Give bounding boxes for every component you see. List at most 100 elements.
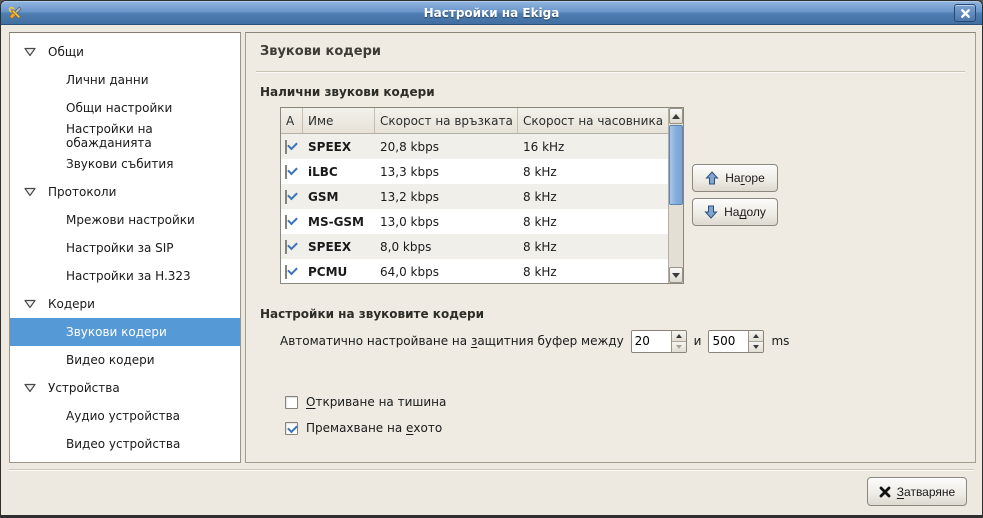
close-button[interactable]: Затваряне bbox=[867, 477, 967, 506]
titlebar[interactable]: Настройки на Ekiga bbox=[1, 1, 982, 25]
sidebar-item-audio-devices[interactable]: Аудио устройства bbox=[10, 402, 240, 430]
sidebar-item-label: Устройства bbox=[48, 381, 120, 395]
triangle-down-icon bbox=[672, 273, 680, 278]
move-down-button[interactable]: Надолу bbox=[692, 198, 778, 226]
codec-clockrate: 8 kHz bbox=[518, 165, 668, 179]
sidebar-item-general[interactable]: Общи bbox=[10, 38, 240, 66]
expander-icon[interactable] bbox=[24, 299, 36, 309]
sidebar-item-label: Звукови събития bbox=[66, 157, 173, 171]
silence-detection-label: Откриване на тишина bbox=[306, 395, 446, 409]
window-title: Настройки на Ekiga bbox=[1, 6, 982, 20]
close-button-label: Затваряне bbox=[897, 485, 955, 499]
codec-table-header: А Име Скорост на връзката Скорост на час… bbox=[281, 108, 668, 134]
buffer-conjunction: и bbox=[694, 334, 702, 348]
spin-up-button[interactable] bbox=[672, 331, 686, 341]
table-row[interactable]: SPEEX 20,8 kbps 16 kHz bbox=[281, 134, 668, 159]
expander-icon[interactable] bbox=[24, 187, 36, 197]
spin-down-button[interactable] bbox=[672, 341, 686, 352]
sidebar-item-audio-codecs[interactable]: Звукови кодери bbox=[10, 318, 240, 346]
spin-up-button[interactable] bbox=[749, 331, 763, 341]
buffer-min-spinbox bbox=[631, 330, 687, 353]
scrollbar-up-button[interactable] bbox=[669, 108, 683, 124]
sidebar-item-label: Протоколи bbox=[48, 185, 116, 199]
triangle-up-icon bbox=[753, 334, 759, 338]
sidebar-item-label: Общи bbox=[48, 45, 84, 59]
triangle-up-icon bbox=[676, 334, 682, 338]
codec-name: PCMU bbox=[303, 265, 375, 279]
sidebar-item-video-codecs[interactable]: Видео кодери bbox=[10, 346, 240, 374]
jitter-buffer-row: Автоматично настройване на защитния буфе… bbox=[280, 329, 789, 353]
spin-down-button[interactable] bbox=[749, 341, 763, 352]
codec-bandwidth: 8,0 kbps bbox=[375, 240, 518, 254]
sidebar-item-label: Настройки за H.323 bbox=[66, 269, 191, 283]
spinner-buttons bbox=[671, 331, 686, 352]
codec-bandwidth: 13,3 kbps bbox=[375, 165, 518, 179]
sidebar-item-label: Общи настройки bbox=[66, 101, 172, 115]
echo-cancellation-option[interactable]: Премахване на ехото bbox=[285, 421, 442, 435]
spinner-buttons bbox=[748, 331, 763, 352]
sidebar-item-h323-settings[interactable]: Настройки за H.323 bbox=[10, 262, 240, 290]
sidebar-item-general-settings[interactable]: Общи настройки bbox=[10, 94, 240, 122]
table-row[interactable]: PCMU 64,0 kbps 8 kHz bbox=[281, 259, 668, 283]
codec-bandwidth: 13,0 kbps bbox=[375, 215, 518, 229]
sidebar-item-protocols[interactable]: Протоколи bbox=[10, 178, 240, 206]
scrollbar-thumb[interactable] bbox=[669, 125, 683, 205]
sidebar-item-devices[interactable]: Устройства bbox=[10, 374, 240, 402]
codec-clockrate: 8 kHz bbox=[518, 190, 668, 204]
echo-cancellation-label: Премахване на ехото bbox=[306, 421, 442, 435]
silence-detection-checkbox[interactable] bbox=[285, 396, 298, 409]
codec-name: SPEEX bbox=[303, 140, 375, 154]
buffer-min-input[interactable] bbox=[632, 331, 671, 352]
echo-cancellation-checkbox[interactable] bbox=[285, 422, 298, 435]
move-down-label: Надолу bbox=[724, 205, 766, 219]
silence-detection-option[interactable]: Откриване на тишина bbox=[285, 395, 446, 409]
expander-icon[interactable] bbox=[24, 47, 36, 57]
codec-bandwidth: 20,8 kbps bbox=[375, 140, 518, 154]
table-row[interactable]: MS-GSM 13,0 kbps 8 kHz bbox=[281, 209, 668, 234]
scrollbar-down-button[interactable] bbox=[669, 267, 683, 283]
sidebar-item-label: Настройки на обажданията bbox=[66, 122, 240, 150]
codec-enabled-checkbox[interactable] bbox=[285, 190, 287, 204]
expander-icon[interactable] bbox=[24, 383, 36, 393]
column-header-bandwidth[interactable]: Скорост на връзката bbox=[375, 108, 518, 133]
buffer-max-input[interactable] bbox=[709, 331, 748, 352]
triangle-up-icon bbox=[672, 114, 680, 119]
table-row[interactable]: GSM 13,2 kbps 8 kHz bbox=[281, 184, 668, 209]
codec-enabled-checkbox[interactable] bbox=[285, 165, 287, 179]
codec-table: А Име Скорост на връзката Скорост на час… bbox=[280, 107, 684, 284]
vertical-scrollbar[interactable] bbox=[668, 108, 683, 283]
close-x-icon bbox=[960, 8, 971, 19]
preferences-tree: Общи Лични данни Общи настройки Настройк… bbox=[9, 32, 241, 463]
buffer-unit-label: ms bbox=[771, 334, 789, 348]
table-row[interactable]: SPEEX 8,0 kbps 8 kHz bbox=[281, 234, 668, 259]
sidebar-item-sip-settings[interactable]: Настройки за SIP bbox=[10, 234, 240, 262]
column-header-name[interactable]: Име bbox=[303, 108, 375, 133]
codec-name: GSM bbox=[303, 190, 375, 204]
sidebar-item-label: Звукови кодери bbox=[66, 325, 167, 339]
table-row[interactable]: iLBC 13,3 kbps 8 kHz bbox=[281, 159, 668, 184]
column-header-active[interactable]: А bbox=[281, 108, 303, 133]
codec-clockrate: 8 kHz bbox=[518, 215, 668, 229]
codec-enabled-checkbox[interactable] bbox=[285, 240, 287, 254]
codec-enabled-checkbox[interactable] bbox=[285, 140, 287, 154]
codec-enabled-checkbox[interactable] bbox=[285, 215, 287, 229]
codec-bandwidth: 13,2 kbps bbox=[375, 190, 518, 204]
move-up-label: Нагоре bbox=[725, 171, 765, 185]
x-mark-icon bbox=[879, 486, 891, 498]
column-header-clockrate[interactable]: Скорост на часовника bbox=[518, 108, 668, 133]
codec-name: iLBC bbox=[303, 165, 375, 179]
titlebar-close-button[interactable] bbox=[954, 4, 976, 22]
footer-separator bbox=[9, 469, 974, 471]
title-separator bbox=[256, 71, 965, 73]
sidebar-item-call-options[interactable]: Настройки на обажданията bbox=[10, 122, 240, 150]
sidebar-item-personal-data[interactable]: Лични данни bbox=[10, 66, 240, 94]
move-up-button[interactable]: Нагоре bbox=[692, 164, 778, 192]
triangle-down-icon bbox=[676, 345, 682, 349]
sidebar-item-codecs[interactable]: Кодери bbox=[10, 290, 240, 318]
sidebar-item-label: Настройки за SIP bbox=[66, 241, 174, 255]
sidebar-item-network-settings[interactable]: Мрежови настройки bbox=[10, 206, 240, 234]
sidebar-item-sound-events[interactable]: Звукови събития bbox=[10, 150, 240, 178]
codec-enabled-checkbox[interactable] bbox=[285, 265, 287, 279]
sidebar-item-video-devices[interactable]: Видео устройства bbox=[10, 430, 240, 458]
preferences-dialog: Настройки на Ekiga Общи Лични данни Общи… bbox=[0, 0, 983, 518]
